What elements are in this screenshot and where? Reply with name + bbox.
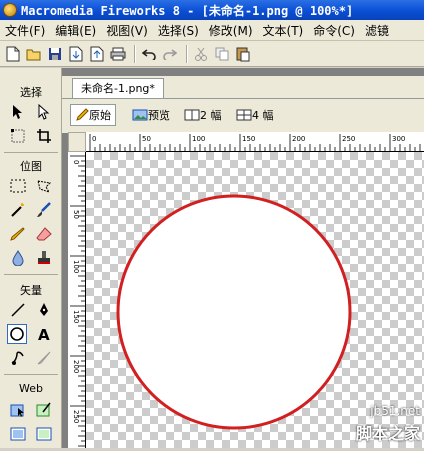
import-icon[interactable] bbox=[67, 45, 85, 63]
export-icon[interactable] bbox=[88, 45, 106, 63]
knife-tool-icon[interactable] bbox=[34, 348, 54, 368]
tools-divider bbox=[4, 374, 58, 375]
ruler-corner bbox=[68, 132, 86, 152]
menu-file[interactable]: 文件(F) bbox=[0, 22, 50, 39]
new-icon[interactable] bbox=[4, 45, 22, 63]
ruler-label: 250 bbox=[72, 410, 80, 423]
ruler-label: 150 bbox=[72, 310, 80, 323]
hide-slices-icon[interactable] bbox=[8, 424, 28, 444]
horizontal-ruler[interactable]: 0 50 100 150 200 250 300 bbox=[86, 132, 424, 152]
pen-tool-icon[interactable] bbox=[34, 300, 54, 320]
line-tool-icon[interactable] bbox=[8, 300, 28, 320]
ruler-label: 100 bbox=[192, 135, 205, 143]
document-tab[interactable]: 未命名-1.png* bbox=[72, 78, 164, 99]
select-heading: 选择 bbox=[20, 86, 42, 99]
marquee-tool-icon[interactable] bbox=[8, 176, 28, 196]
eraser-tool-icon[interactable] bbox=[34, 224, 54, 244]
view-original-label: 原始 bbox=[89, 109, 111, 122]
title-bar: Macromedia Fireworks 8 - [未命名-1.png @ 10… bbox=[0, 0, 424, 20]
ruler-label: 50 bbox=[142, 135, 151, 143]
view-4up-button[interactable]: 4 幅 bbox=[232, 104, 278, 126]
freeform-tool-icon[interactable] bbox=[8, 348, 28, 368]
pencil-tool-icon[interactable] bbox=[8, 224, 28, 244]
red-circle-shape[interactable] bbox=[116, 194, 352, 430]
view-2up-label: 2 幅 bbox=[200, 109, 222, 122]
toolbar-separator bbox=[186, 44, 188, 63]
view-2up-button[interactable]: 2 幅 bbox=[180, 104, 226, 126]
toolbar-separator bbox=[134, 44, 136, 63]
four-up-icon bbox=[236, 109, 252, 121]
hotspot-tool-icon[interactable] bbox=[8, 400, 28, 420]
tools-divider bbox=[4, 274, 58, 275]
undo-icon[interactable] bbox=[140, 45, 158, 63]
tools-divider bbox=[4, 152, 58, 153]
pointer-tool-icon[interactable] bbox=[8, 102, 28, 122]
show-slices-icon[interactable] bbox=[34, 424, 54, 444]
two-up-icon bbox=[184, 109, 200, 121]
fireworks-app-icon bbox=[3, 3, 17, 17]
ruler-label: 0 bbox=[92, 135, 96, 143]
cut-icon[interactable] bbox=[192, 45, 210, 63]
blur-tool-icon[interactable] bbox=[8, 248, 28, 268]
preview-icon bbox=[132, 109, 148, 121]
svg-text:A: A bbox=[38, 326, 50, 342]
pencil-icon bbox=[76, 108, 89, 121]
text-tool-icon[interactable]: A bbox=[34, 324, 54, 344]
view-4up-label: 4 幅 bbox=[252, 109, 274, 122]
ellipse-tool-icon[interactable] bbox=[7, 324, 27, 344]
paste-icon[interactable] bbox=[234, 45, 252, 63]
vector-heading: 矢量 bbox=[20, 284, 42, 297]
ruler-label: 200 bbox=[292, 135, 305, 143]
menu-filters[interactable]: 滤镜 bbox=[360, 22, 394, 39]
window-title: Macromedia Fireworks 8 - [未命名-1.png @ 10… bbox=[21, 3, 354, 18]
save-icon[interactable] bbox=[46, 45, 64, 63]
slice-tool-icon[interactable] bbox=[34, 400, 54, 420]
view-preview-label: 预览 bbox=[148, 109, 170, 122]
menu-edit[interactable]: 编辑(E) bbox=[50, 22, 101, 39]
open-icon[interactable] bbox=[25, 45, 43, 63]
menu-view[interactable]: 视图(V) bbox=[101, 22, 153, 39]
ruler-label: 150 bbox=[242, 135, 255, 143]
ruler-label: 0 bbox=[72, 160, 80, 164]
ruler-label: 250 bbox=[342, 135, 355, 143]
ruler-label: 100 bbox=[72, 260, 80, 273]
watermark-site: 脚本之家 bbox=[355, 424, 420, 443]
vertical-ruler[interactable]: 0 50 100 150 200 250 bbox=[68, 152, 86, 451]
ruler-label: 300 bbox=[392, 135, 405, 143]
bitmap-heading: 位图 bbox=[20, 160, 42, 173]
brush-tool-icon[interactable] bbox=[34, 200, 54, 220]
crop-tool-icon[interactable] bbox=[34, 126, 54, 146]
scale-tool-icon[interactable] bbox=[8, 126, 28, 146]
watermark-url: jb51.net bbox=[370, 404, 420, 418]
web-heading: Web bbox=[19, 382, 43, 395]
view-preview-button[interactable]: 预览 bbox=[128, 104, 174, 126]
print-icon[interactable] bbox=[109, 45, 127, 63]
main-toolbar bbox=[0, 41, 424, 67]
lasso-tool-icon[interactable] bbox=[34, 176, 54, 196]
copy-icon[interactable] bbox=[213, 45, 231, 63]
menu-bar: 文件(F) 编辑(E) 视图(V) 选择(S) 修改(M) 文本(T) 命令(C… bbox=[0, 20, 424, 41]
view-original-button[interactable]: 原始 bbox=[70, 104, 116, 126]
menu-text[interactable]: 文本(T) bbox=[258, 22, 309, 39]
rubber-stamp-icon[interactable] bbox=[34, 248, 54, 268]
menu-modify[interactable]: 修改(M) bbox=[204, 22, 258, 39]
redo-icon[interactable] bbox=[161, 45, 179, 63]
view-mode-bar: 原始 预览 2 幅 4 幅 bbox=[62, 98, 424, 133]
tools-panel: 选择 位图 矢量 A Web bbox=[0, 68, 62, 448]
magic-wand-icon[interactable] bbox=[8, 200, 28, 220]
ruler-label: 200 bbox=[72, 360, 80, 373]
menu-commands[interactable]: 命令(C) bbox=[308, 22, 360, 39]
ruler-label: 50 bbox=[72, 210, 80, 219]
document-tab-strip: 未命名-1.png* bbox=[62, 76, 424, 99]
subselection-tool-icon[interactable] bbox=[34, 102, 54, 122]
menu-select[interactable]: 选择(S) bbox=[153, 22, 204, 39]
